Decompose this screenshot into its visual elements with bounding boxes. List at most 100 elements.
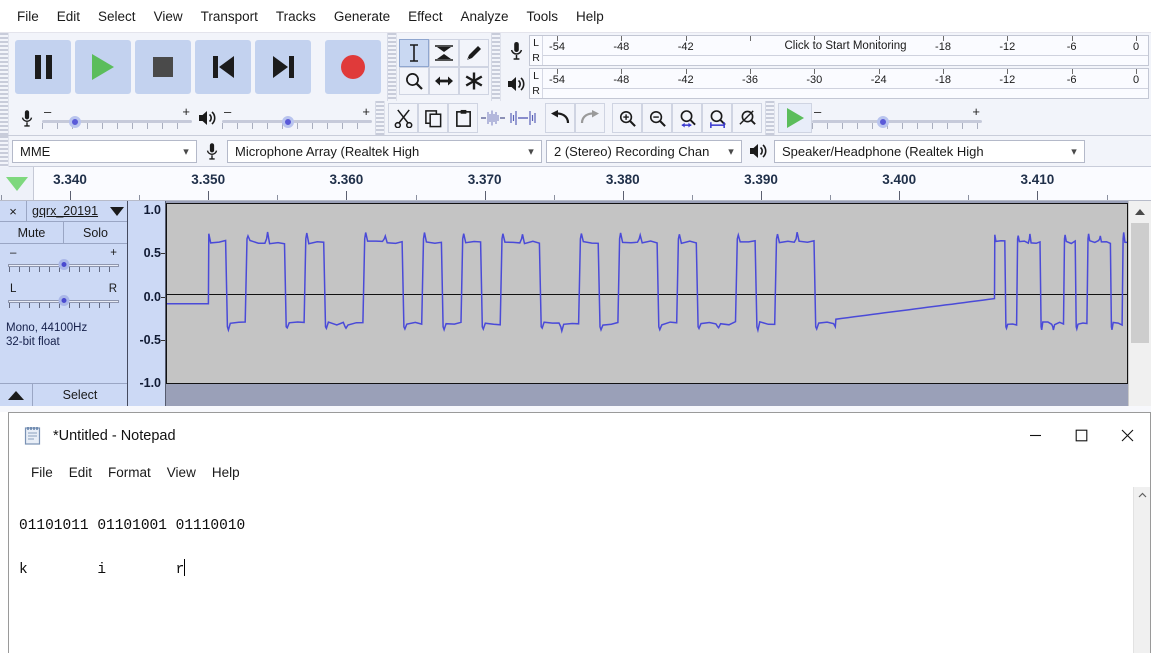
recording-meter-mic-button[interactable] — [503, 37, 529, 65]
menu-item-format[interactable]: Format — [100, 463, 159, 482]
menu-item-edit[interactable]: Edit — [61, 463, 100, 482]
draw-tool-button[interactable] — [459, 39, 489, 67]
notepad-text-area[interactable]: 01101011 01101001 01110010 k i r — [9, 487, 1133, 653]
playback-speed-slider[interactable]: – + — [812, 104, 982, 131]
zoom-out-icon — [649, 110, 666, 127]
recording-device-select[interactable]: Microphone Array (Realtek High ▾ — [227, 139, 542, 163]
recording-meter[interactable]: L R Click to Start Monitoring -54 -48 -42 -… — [529, 35, 1149, 66]
pause-button[interactable] — [15, 40, 71, 94]
notepad-scrollbar[interactable] — [1133, 487, 1150, 653]
scroll-up-button[interactable] — [1129, 201, 1151, 223]
vertical-scrollbar[interactable] — [1128, 201, 1151, 406]
play-button[interactable] — [75, 40, 131, 94]
zoom-out-button[interactable] — [642, 103, 672, 133]
menu-item-help[interactable]: Help — [567, 6, 613, 27]
menu-item-transport[interactable]: Transport — [192, 6, 267, 27]
mixer-toolbar-grip[interactable] — [0, 101, 9, 135]
menu-item-generate[interactable]: Generate — [325, 6, 399, 27]
menu-item-file[interactable]: File — [23, 463, 61, 482]
close-button[interactable] — [1104, 413, 1150, 458]
menu-item-tools[interactable]: Tools — [517, 6, 567, 27]
track-menu-button[interactable] — [107, 201, 127, 221]
timeline-ruler[interactable]: 3.340 3.350 3.360 3.370 3.380 3.390 3.400 3.410 — [0, 167, 1151, 201]
play-at-speed-button[interactable] — [778, 103, 812, 133]
collapse-track-button[interactable] — [0, 384, 33, 406]
track-pan-thumb[interactable] — [58, 295, 69, 306]
redo-icon — [580, 110, 599, 124]
notepad-title-bar[interactable]: *Untitled - Notepad — [9, 413, 1150, 458]
tools-toolbar-grip[interactable] — [388, 33, 397, 101]
playback-meter-channel-l: L — [533, 70, 539, 82]
pinned-play-head-button[interactable] — [0, 167, 34, 200]
menu-item-view[interactable]: View — [159, 463, 204, 482]
stop-button[interactable] — [135, 40, 191, 94]
maximize-icon — [1075, 429, 1087, 442]
playback-meter-speaker-button[interactable] — [503, 70, 529, 98]
silence-audio-button[interactable] — [508, 103, 538, 133]
play-at-speed-grip[interactable] — [766, 101, 775, 135]
redo-button[interactable] — [575, 103, 605, 133]
close-track-button[interactable]: × — [0, 201, 27, 221]
copy-button[interactable] — [418, 103, 448, 133]
paste-button[interactable] — [448, 103, 478, 133]
solo-button[interactable]: Solo — [64, 222, 127, 243]
menu-item-view[interactable]: View — [145, 6, 192, 27]
playback-volume-slider[interactable]: – + — [222, 104, 372, 131]
maximize-button[interactable] — [1058, 413, 1104, 458]
start-monitoring-label[interactable]: Click to Start Monitoring — [780, 40, 911, 52]
timeline-scale[interactable]: 3.340 3.350 3.360 3.370 3.380 3.390 3.400 3.410 — [0, 167, 1151, 200]
meter-toolbar-grip[interactable] — [492, 33, 501, 101]
vertical-ruler[interactable]: 1.0 0.5 0.0 -0.5 -1.0 — [128, 201, 166, 406]
audio-clip[interactable] — [166, 203, 1128, 384]
track-gain-thumb[interactable] — [58, 259, 69, 270]
skip-to-end-button[interactable] — [255, 40, 311, 94]
menu-item-analyze[interactable]: Analyze — [451, 6, 517, 27]
undo-button[interactable] — [545, 103, 575, 133]
trim-audio-button[interactable] — [478, 103, 508, 133]
zoom-in-button[interactable] — [612, 103, 642, 133]
menu-item-effect[interactable]: Effect — [399, 6, 451, 27]
playback-meter[interactable]: L R -54 -48 -42 -36 -30 -24 -18 -12 -6 0 — [529, 68, 1149, 99]
menu-item-help[interactable]: Help — [204, 463, 248, 482]
fit-project-button[interactable] — [702, 103, 732, 133]
record-button[interactable] — [325, 40, 381, 94]
playback-speed-thumb[interactable] — [877, 116, 890, 128]
playback-volume-thumb[interactable] — [282, 116, 294, 128]
cut-button[interactable] — [388, 103, 418, 133]
transport-toolbar-grip[interactable] — [0, 33, 9, 101]
vertical-scrollbar-thumb[interactable] — [1131, 223, 1149, 343]
meter-label-0: 0 — [1132, 41, 1140, 53]
envelope-tool-button[interactable] — [429, 39, 459, 67]
multi-tool-button[interactable] — [459, 67, 489, 95]
speaker-icon — [198, 111, 216, 125]
fit-selection-button[interactable] — [672, 103, 702, 133]
meter-label--24: -24 — [870, 74, 887, 86]
time-shift-tool-button[interactable] — [429, 67, 459, 95]
track-gain-slider[interactable]: – + — [8, 247, 119, 277]
mute-button[interactable]: Mute — [0, 222, 64, 243]
selection-tool-button[interactable] — [399, 39, 429, 67]
menu-item-file[interactable]: File — [8, 6, 48, 27]
recording-volume-thumb[interactable] — [69, 116, 81, 128]
zoom-tool-button[interactable] — [399, 67, 429, 95]
skip-to-start-button[interactable] — [195, 40, 251, 94]
chevron-up-icon — [1135, 209, 1145, 215]
device-toolbar-grip[interactable] — [0, 135, 9, 167]
edit-toolbar-grip[interactable] — [376, 101, 385, 135]
recording-volume-minus: – — [44, 104, 52, 119]
toolbar-row-2: – + – + – + — [0, 101, 1151, 136]
select-track-button[interactable]: Select — [33, 384, 127, 406]
minimize-button[interactable] — [1012, 413, 1058, 458]
playback-device-select[interactable]: Speaker/Headphone (Realtek High ▾ — [774, 139, 1085, 163]
menu-item-edit[interactable]: Edit — [48, 6, 89, 27]
menu-item-select[interactable]: Select — [89, 6, 145, 27]
recording-channels-select[interactable]: 2 (Stereo) Recording Chan ▾ — [546, 139, 742, 163]
recording-volume-slider[interactable]: – + — [42, 104, 192, 131]
track-name-label[interactable]: gqrx_20191 — [27, 201, 107, 221]
menu-item-tracks[interactable]: Tracks — [267, 6, 325, 27]
scroll-up-button[interactable] — [1134, 487, 1150, 504]
track-pan-slider[interactable]: L R — [8, 283, 119, 313]
audio-host-select[interactable]: MME ▾ — [12, 139, 197, 163]
waveform-area[interactable] — [166, 201, 1151, 406]
zoom-toggle-button[interactable] — [732, 103, 762, 133]
